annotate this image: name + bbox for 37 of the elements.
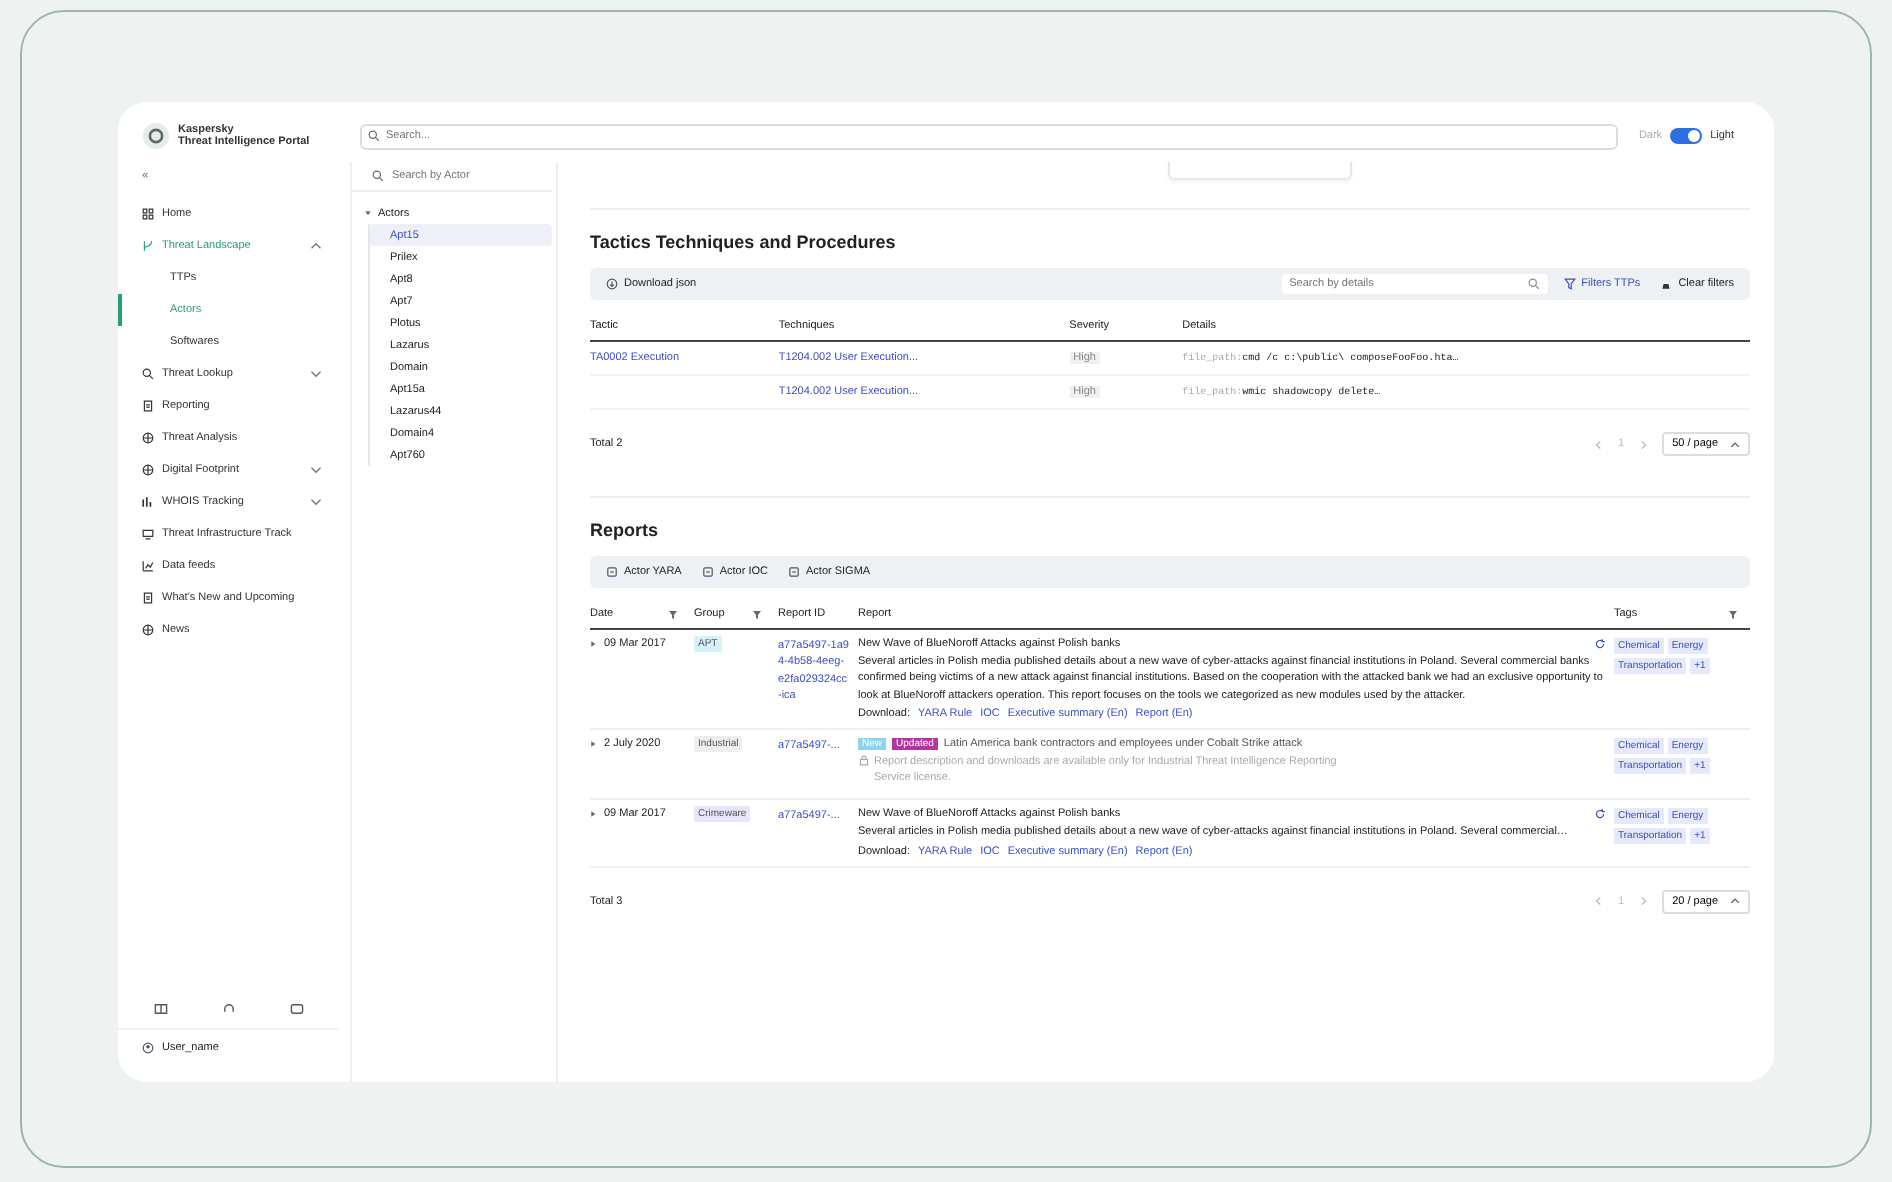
- doc-icon: [142, 592, 154, 604]
- caret-icon[interactable]: [590, 810, 598, 819]
- filter-icon[interactable]: [668, 609, 678, 619]
- filter-icon[interactable]: [1728, 609, 1738, 619]
- file-icon: [788, 566, 800, 578]
- download-icon: [606, 278, 618, 290]
- caret-icon: [1730, 896, 1740, 906]
- search-icon: [1527, 278, 1540, 290]
- filter-icon: [1563, 278, 1576, 290]
- search-icon: [372, 170, 384, 182]
- branch-icon: [142, 240, 154, 252]
- monitor-icon: [142, 528, 154, 540]
- doc-icon: [142, 400, 154, 412]
- theme-toggle[interactable]: [1670, 128, 1703, 144]
- user-icon: [142, 1042, 154, 1054]
- filter-icon[interactable]: [752, 609, 762, 619]
- book-icon: [153, 1002, 167, 1016]
- file-icon: [701, 566, 714, 578]
- headset-icon: [221, 1002, 235, 1016]
- chart-icon: [142, 496, 154, 508]
- globe-icon: [142, 464, 154, 476]
- caret-icon[interactable]: [590, 640, 598, 648]
- chat-icon: [289, 1002, 303, 1016]
- search-icon: [368, 130, 380, 142]
- globe-icon: [142, 432, 154, 444]
- caret-icon[interactable]: [590, 739, 598, 748]
- refresh-icon[interactable]: [1594, 808, 1606, 821]
- file-icon: [606, 566, 618, 578]
- grid-icon: [142, 208, 154, 220]
- globe-icon: [142, 624, 154, 636]
- refresh-icon[interactable]: [1594, 638, 1606, 650]
- caret-icon: [364, 210, 372, 218]
- lock-icon: [858, 753, 870, 766]
- search-icon: [142, 368, 154, 380]
- section-title: Tactics Techniques and Procedures: [590, 232, 898, 252]
- section-title: Reports: [590, 520, 661, 540]
- caret-icon: [1730, 439, 1740, 449]
